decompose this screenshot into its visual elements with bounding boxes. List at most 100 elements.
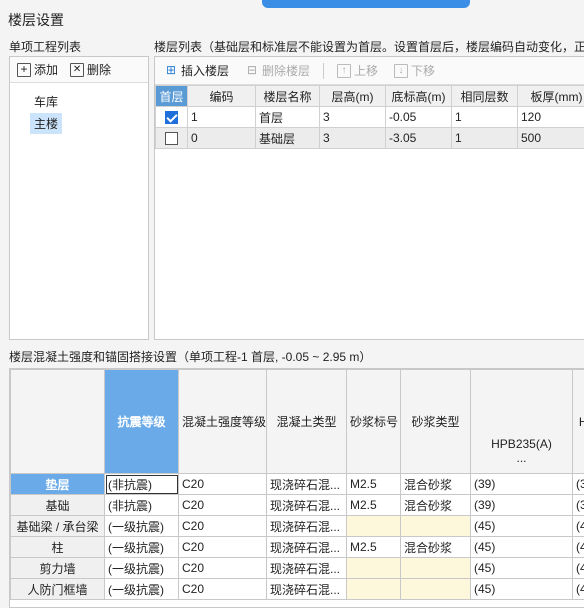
table-row[interactable]: 垫层 (非抗震) C20 现浇碎石混... M2.5 混合砂浆 (39) (38… xyxy=(11,474,584,495)
name-cell[interactable]: 基础层 xyxy=(256,128,320,149)
add-project-button[interactable]: + 添加 xyxy=(14,61,61,78)
grade-cell[interactable]: C20 xyxy=(179,558,267,579)
mortar-type-cell[interactable] xyxy=(401,579,471,600)
code-cell[interactable]: 1 xyxy=(188,107,256,128)
row-header-shear-wall[interactable]: 剪力墙 xyxy=(11,558,105,579)
mortar-cell[interactable] xyxy=(347,579,401,600)
table-row[interactable]: 1 首层 3 -0.05 1 120 xyxy=(156,107,584,128)
hpb-cell[interactable]: (45) xyxy=(471,516,573,537)
hrb-cell[interactable]: (44/4 xyxy=(573,516,584,537)
mortar-type-cell[interactable] xyxy=(401,558,471,579)
first-floor-cell[interactable] xyxy=(156,107,188,128)
row-header-foundation[interactable]: 基础 xyxy=(11,495,105,516)
concrete-type-cell[interactable]: 现浇碎石混... xyxy=(267,558,347,579)
project-item-garage[interactable]: 车库 xyxy=(30,91,62,112)
table-row[interactable]: 柱 (一级抗震) C20 现浇碎石混... M2.5 混合砂浆 (45) (44… xyxy=(11,537,584,558)
add-label: 添加 xyxy=(34,61,58,78)
hpb-cell[interactable]: (45) xyxy=(471,579,573,600)
col-header-mortar[interactable]: 砂浆标号 xyxy=(347,370,401,474)
col-header-hpb235[interactable]: HPB235(A) ... xyxy=(471,370,573,474)
name-cell[interactable]: 首层 xyxy=(256,107,320,128)
hpb-cell[interactable]: (45) xyxy=(471,537,573,558)
col-header-name[interactable]: 楼层名称 xyxy=(256,86,320,107)
delete-floor-label: 删除楼层 xyxy=(262,62,310,79)
mortar-cell[interactable]: M2.5 xyxy=(347,474,401,495)
height-cell[interactable]: 3 xyxy=(320,128,386,149)
bottom-cell[interactable]: -0.05 xyxy=(386,107,452,128)
same-cell[interactable]: 1 xyxy=(452,128,518,149)
hpb-cell[interactable]: (45) xyxy=(471,558,573,579)
mortar-type-cell[interactable]: 混合砂浆 xyxy=(401,537,471,558)
table-row[interactable]: 人防门框墙 (一级抗震) C20 现浇碎石混... (45) (44/4 xyxy=(11,579,584,600)
mortar-cell[interactable] xyxy=(347,516,401,537)
mortar-type-cell[interactable] xyxy=(401,516,471,537)
col-header-same[interactable]: 相同层数 xyxy=(452,86,518,107)
first-floor-checkbox[interactable] xyxy=(165,111,178,124)
code-cell[interactable]: 0 xyxy=(188,128,256,149)
row-header-foundation-beam[interactable]: 基础梁 / 承台梁 xyxy=(11,516,105,537)
seismic-cell[interactable]: (非抗震) xyxy=(105,495,179,516)
first-floor-checkbox[interactable] xyxy=(165,132,178,145)
toolbar-divider xyxy=(323,63,324,79)
col-header-concrete-type[interactable]: 混凝土类型 xyxy=(267,370,347,474)
grade-cell[interactable]: C20 xyxy=(179,495,267,516)
delete-floor-button[interactable]: ⊟ 删除楼层 xyxy=(242,62,313,79)
concrete-type-cell[interactable]: 现浇碎石混... xyxy=(267,537,347,558)
col-header-height[interactable]: 层高(m) xyxy=(320,86,386,107)
mortar-type-cell[interactable]: 混合砂浆 xyxy=(401,495,471,516)
col-header-grade[interactable]: 混凝土强度等级 xyxy=(179,370,267,474)
concrete-type-cell[interactable]: 现浇碎石混... xyxy=(267,516,347,537)
mortar-cell[interactable] xyxy=(347,558,401,579)
mortar-cell[interactable]: M2.5 xyxy=(347,495,401,516)
move-down-button[interactable]: ↓ 下移 xyxy=(391,62,438,79)
mortar-type-cell[interactable]: 混合砂浆 xyxy=(401,474,471,495)
col-header-first-floor[interactable]: 首层 xyxy=(156,86,188,107)
hpb-cell[interactable]: (39) xyxy=(471,495,573,516)
row-header-civil-defense-wall[interactable]: 人防门框墙 xyxy=(11,579,105,600)
col-header-bottom[interactable]: 底标高(m) xyxy=(386,86,452,107)
concrete-type-cell[interactable]: 现浇碎石混... xyxy=(267,474,347,495)
col-header-code[interactable]: 编码 xyxy=(188,86,256,107)
seismic-cell[interactable]: (非抗震) xyxy=(105,474,179,495)
col-header-seismic[interactable]: 抗震等级 xyxy=(105,370,179,474)
table-row[interactable]: 基础梁 / 承台梁 (一级抗震) C20 现浇碎石混... (45) (44/4 xyxy=(11,516,584,537)
thickness-cell[interactable]: 500 xyxy=(518,128,584,149)
grade-cell[interactable]: C20 xyxy=(179,537,267,558)
col-header-hrb[interactable]: HRE xyxy=(573,370,584,474)
insert-floor-button[interactable]: ⊞ 插入楼层 xyxy=(161,62,232,79)
project-item-main[interactable]: 主楼 xyxy=(30,113,62,134)
hrb-cell[interactable]: (38/4 xyxy=(573,495,584,516)
col-header-thickness[interactable]: 板厚(mm) xyxy=(518,86,584,107)
delete-project-button[interactable]: ✕ 删除 xyxy=(67,61,114,78)
hrb-cell[interactable]: (44/4 xyxy=(573,558,584,579)
hpb-cell[interactable]: (39) xyxy=(471,474,573,495)
plus-icon: + xyxy=(17,63,31,77)
grade-cell[interactable]: C20 xyxy=(179,516,267,537)
col-header-mortar-type[interactable]: 砂浆类型 xyxy=(401,370,471,474)
concrete-type-cell[interactable]: 现浇碎石混... xyxy=(267,495,347,516)
hrb-cell[interactable]: (44/4 xyxy=(573,537,584,558)
grade-cell[interactable]: C20 xyxy=(179,579,267,600)
mortar-cell[interactable]: M2.5 xyxy=(347,537,401,558)
first-floor-cell[interactable] xyxy=(156,128,188,149)
hrb-cell[interactable]: (38/4 xyxy=(573,474,584,495)
thickness-cell[interactable]: 120 xyxy=(518,107,584,128)
row-header-cushion[interactable]: 垫层 xyxy=(11,474,105,495)
seismic-cell[interactable]: (一级抗震) xyxy=(105,558,179,579)
table-row[interactable]: 剪力墙 (一级抗震) C20 现浇碎石混... (45) (44/4 xyxy=(11,558,584,579)
height-cell[interactable]: 3 xyxy=(320,107,386,128)
concrete-type-cell[interactable]: 现浇碎石混... xyxy=(267,579,347,600)
move-up-button[interactable]: ↑ 上移 xyxy=(334,62,381,79)
table-row[interactable]: 0 基础层 3 -3.05 1 500 xyxy=(156,128,584,149)
floor-toolbar: ⊞ 插入楼层 ⊟ 删除楼层 ↑ 上移 ↓ 下移 xyxy=(155,57,584,85)
bottom-cell[interactable]: -3.05 xyxy=(386,128,452,149)
grade-cell[interactable]: C20 xyxy=(179,474,267,495)
seismic-cell[interactable]: (一级抗震) xyxy=(105,579,179,600)
row-header-column[interactable]: 柱 xyxy=(11,537,105,558)
project-list-title: 单项工程列表 xyxy=(9,38,81,55)
table-row[interactable]: 基础 (非抗震) C20 现浇碎石混... M2.5 混合砂浆 (39) (38… xyxy=(11,495,584,516)
seismic-cell[interactable]: (一级抗震) xyxy=(105,516,179,537)
hrb-cell[interactable]: (44/4 xyxy=(573,579,584,600)
seismic-cell[interactable]: (一级抗震) xyxy=(105,537,179,558)
same-cell[interactable]: 1 xyxy=(452,107,518,128)
